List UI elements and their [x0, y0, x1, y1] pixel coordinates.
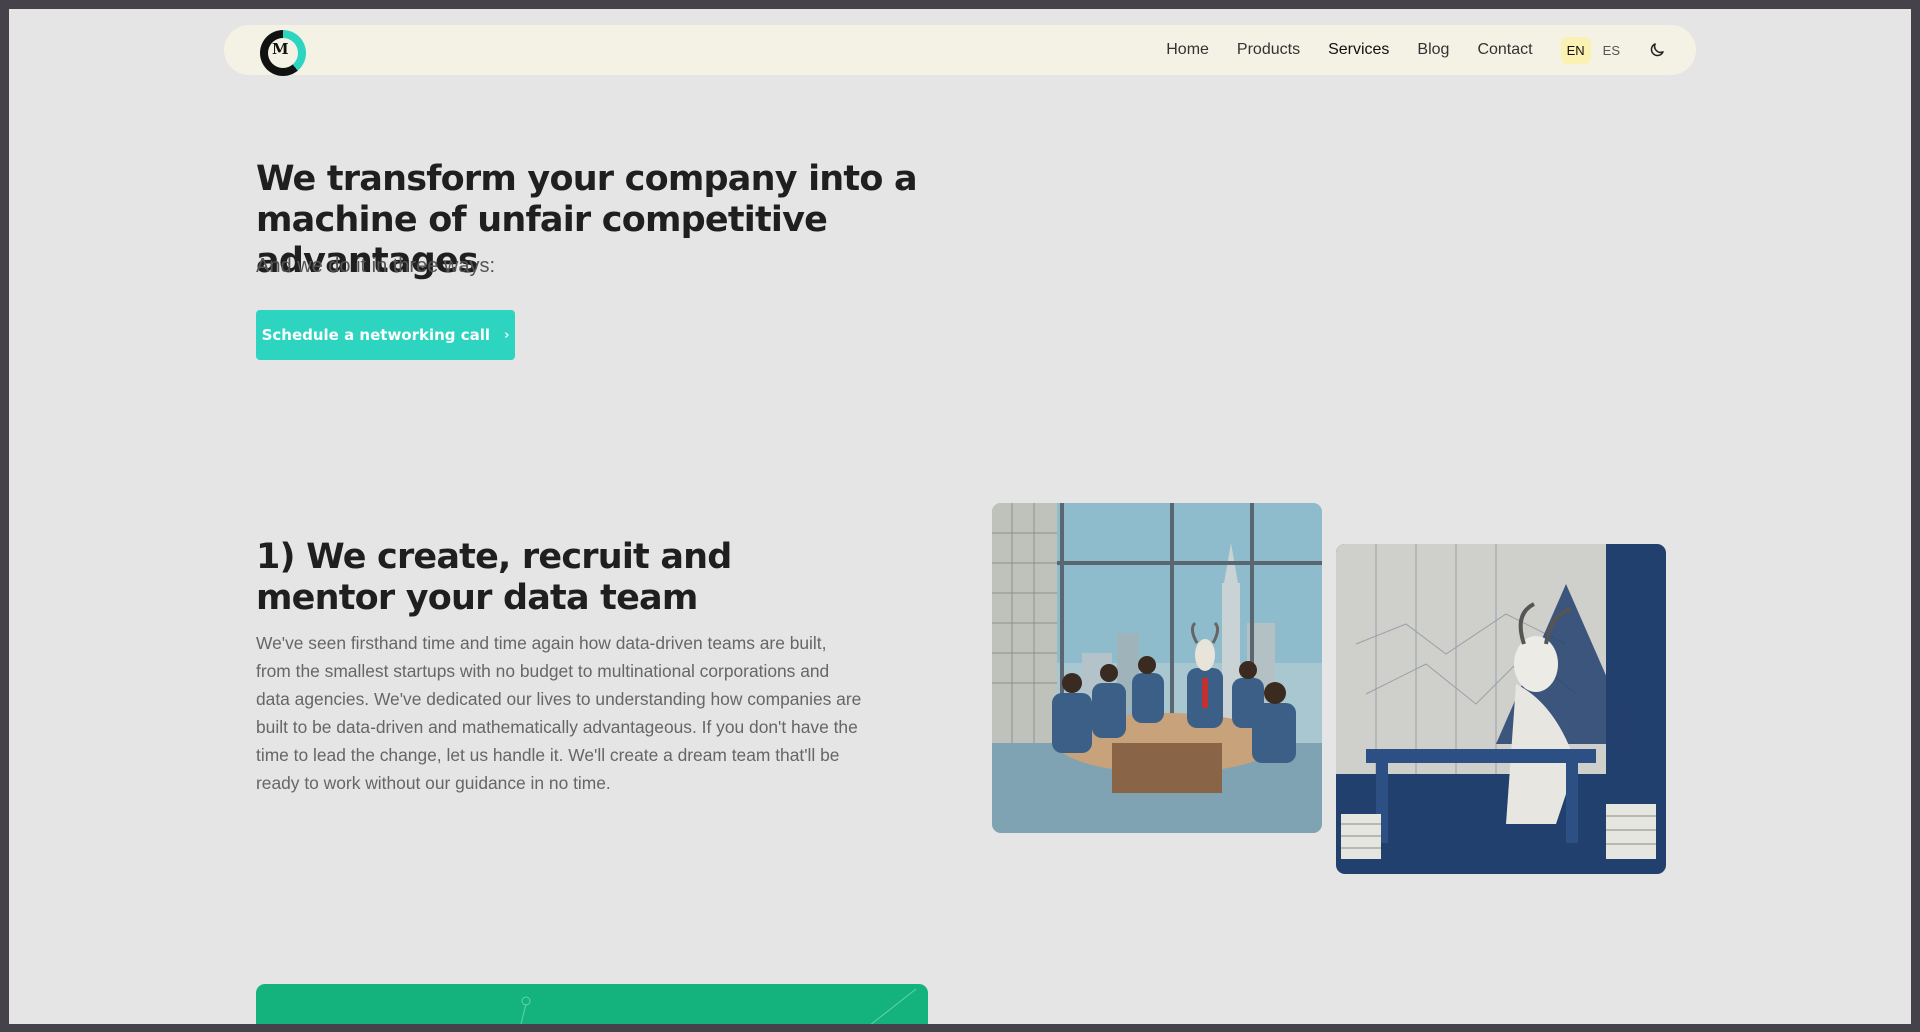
logo-mark: M [272, 40, 289, 58]
schedule-call-label: Schedule a networking call [261, 326, 491, 344]
lang-en-button[interactable]: EN [1560, 36, 1591, 64]
chevron-right-icon: › [504, 327, 510, 343]
schedule-call-button[interactable]: Schedule a networking call › [256, 310, 515, 360]
nav-link-home[interactable]: Home [1166, 41, 1209, 59]
nav-link-blog[interactable]: Blog [1417, 41, 1449, 59]
section-title: 1) We create, recruit and mentor your da… [256, 537, 732, 618]
logo[interactable]: M [260, 30, 306, 76]
section-body: We've seen firsthand time and time again… [256, 633, 862, 793]
hero-subtitle: And we do it in three ways: [256, 255, 496, 277]
nav-link-services[interactable]: Services [1328, 41, 1389, 59]
boardroom-illustration [992, 503, 1322, 833]
nav-link-products[interactable]: Products [1237, 41, 1300, 59]
next-section-card [256, 984, 928, 1024]
nav-links: Home Products Services Blog Contact EN E… [1138, 36, 1666, 64]
nav-link-contact[interactable]: Contact [1477, 41, 1532, 59]
moon-icon[interactable] [1648, 41, 1666, 59]
language-switcher: EN ES [1560, 36, 1632, 64]
goat-desk-illustration [1336, 544, 1666, 874]
browser-viewport: M Home Products Services Blog Contact EN… [9, 9, 1911, 1024]
top-navbar: M Home Products Services Blog Contact EN… [224, 25, 1696, 76]
lang-es-button[interactable]: ES [1597, 37, 1626, 64]
